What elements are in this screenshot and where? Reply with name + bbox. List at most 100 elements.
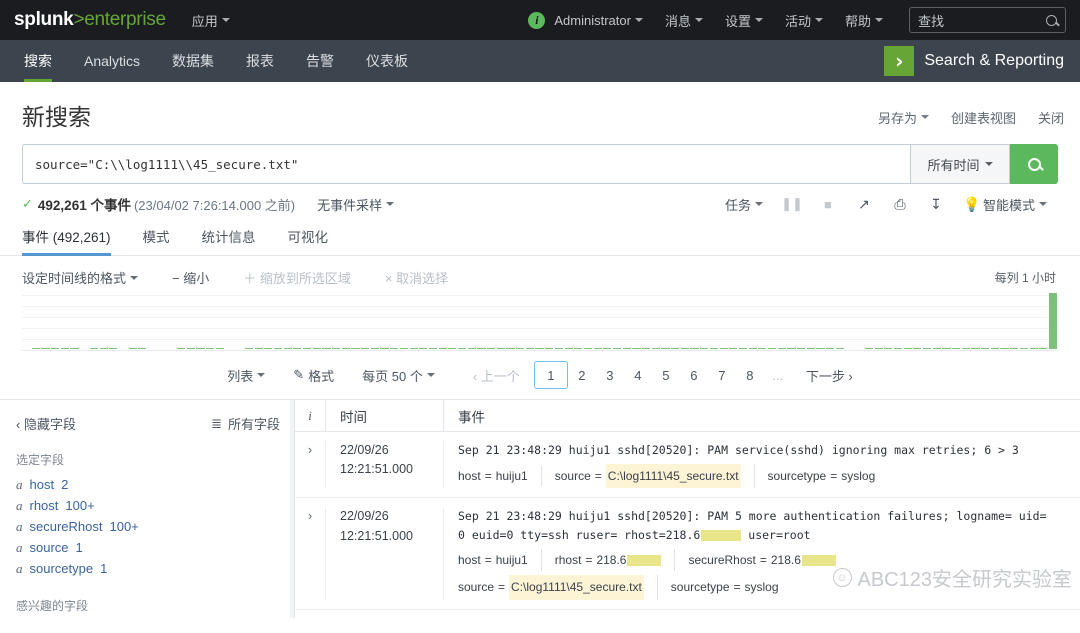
- event-field-securerhost[interactable]: secureRhost = 218.6: [688, 549, 848, 572]
- timeline-bar[interactable]: [128, 347, 137, 349]
- timeline-bar[interactable]: [60, 347, 69, 349]
- timeline-bar[interactable]: [399, 347, 408, 349]
- timeline-bar[interactable]: [797, 347, 806, 349]
- page-button-1[interactable]: 1: [533, 361, 568, 389]
- timeline-bar[interactable]: [506, 347, 515, 349]
- timeline-bar[interactable]: [1010, 347, 1019, 349]
- timeline-bar[interactable]: [767, 347, 777, 349]
- timeline-bar[interactable]: [961, 347, 970, 349]
- timeline-bar[interactable]: [1039, 347, 1048, 349]
- timeline-bar[interactable]: [632, 347, 641, 349]
- prev-page-button[interactable]: ‹ 上一个: [459, 366, 534, 385]
- page-button-8[interactable]: 8: [736, 361, 764, 389]
- timeline-bar[interactable]: [283, 347, 292, 349]
- timeline-bar[interactable]: [922, 347, 932, 349]
- page-button-4[interactable]: 4: [624, 361, 652, 389]
- help-menu[interactable]: 帮助: [845, 11, 883, 30]
- download-button[interactable]: ↧: [918, 196, 954, 212]
- timeline-bar[interactable]: [109, 347, 118, 349]
- timeline-bar[interactable]: [816, 347, 825, 349]
- search-query-input[interactable]: source="C:\\log1111\\45_secure.txt": [22, 144, 910, 184]
- sidebar-field-securerhost[interactable]: a secureRhost 100+: [0, 516, 294, 537]
- timeline-bar[interactable]: [186, 347, 195, 349]
- timeline-bar[interactable]: [264, 347, 273, 349]
- search-mode-menu[interactable]: 💡 智能模式: [954, 195, 1058, 214]
- stop-button[interactable]: ■: [810, 197, 846, 212]
- sidebar-field-sourcetype[interactable]: a sourcetype 1: [0, 558, 294, 579]
- timeline-bar[interactable]: [215, 347, 224, 349]
- timeline-bar[interactable]: [177, 347, 186, 349]
- page-button-7[interactable]: 7: [708, 361, 736, 389]
- timeline-bar[interactable]: [826, 347, 835, 349]
- timeline-bar[interactable]: [254, 347, 263, 349]
- sidebar-field-source[interactable]: a source 1: [0, 537, 294, 558]
- hide-fields-button[interactable]: ‹ 隐藏字段: [16, 414, 76, 433]
- events-timeline-chart[interactable]: [22, 293, 1058, 351]
- timeline-bar[interactable]: [390, 347, 399, 349]
- timeline-bar[interactable]: [196, 347, 205, 349]
- timeline-bar[interactable]: [758, 347, 767, 349]
- job-menu[interactable]: 任务: [714, 195, 774, 214]
- timeline-bar[interactable]: [913, 347, 922, 349]
- timeline-bar[interactable]: [622, 347, 631, 349]
- timeline-bar[interactable]: [884, 347, 893, 349]
- timeline-bar[interactable]: [332, 347, 341, 349]
- timeline-bar[interactable]: [457, 347, 467, 349]
- event-field-host[interactable]: host = huiju1: [458, 548, 542, 572]
- column-header-time[interactable]: 时间: [325, 400, 443, 431]
- event-field-sourcetype[interactable]: sourcetype = syslog: [671, 576, 792, 599]
- timeline-bar[interactable]: [864, 347, 873, 349]
- timeline-bar[interactable]: [244, 347, 253, 349]
- event-field-source[interactable]: source = C:\log1111\45_secure.txt: [458, 575, 658, 601]
- column-header-event[interactable]: 事件: [443, 400, 1080, 431]
- app-menu[interactable]: 应用: [192, 11, 230, 30]
- sidebar-field-rhost[interactable]: a rhost 100+: [0, 495, 294, 516]
- timeline-bar[interactable]: [680, 347, 689, 349]
- print-button[interactable]: ⎙: [882, 196, 918, 212]
- timeline-bar[interactable]: [206, 347, 215, 349]
- timeline-bar[interactable]: [574, 347, 583, 349]
- timeline-bar[interactable]: [642, 347, 651, 349]
- timeline-bar[interactable]: [835, 347, 844, 349]
- timeline-bar[interactable]: [990, 347, 999, 349]
- timeline-bar[interactable]: [448, 347, 457, 349]
- run-search-button[interactable]: [1010, 144, 1058, 184]
- timeline-bar[interactable]: [777, 347, 786, 349]
- page-button-6[interactable]: 6: [680, 361, 708, 389]
- format-button[interactable]: ✎ 格式: [279, 366, 348, 385]
- timeline-bar[interactable]: [729, 347, 738, 349]
- result-tab-visualization[interactable]: 可视化: [272, 226, 345, 255]
- timeline-bar[interactable]: [525, 347, 534, 349]
- zoom-to-selection-button[interactable]: ＋ 缩放到所选区域: [243, 268, 351, 287]
- settings-menu[interactable]: 设置: [725, 11, 763, 30]
- timeline-bar[interactable]: [438, 347, 447, 349]
- timeline-bar[interactable]: [806, 347, 815, 349]
- timeline-bar[interactable]: [409, 347, 418, 349]
- per-page-menu[interactable]: 每页 50 个: [348, 366, 449, 385]
- share-button[interactable]: ↗: [846, 196, 882, 212]
- tab-alerts[interactable]: 告警: [290, 40, 350, 82]
- timeline-bar[interactable]: [651, 347, 660, 349]
- event-field-source[interactable]: source = C:\log1111\45_secure.txt: [555, 463, 755, 489]
- page-button-3[interactable]: 3: [596, 361, 624, 389]
- deselect-button[interactable]: × 取消选择: [385, 268, 448, 287]
- timeline-bar[interactable]: [893, 347, 903, 349]
- timeline-bar[interactable]: [312, 347, 321, 349]
- view-mode-menu[interactable]: 列表: [213, 366, 279, 385]
- timeline-bar[interactable]: [952, 347, 961, 349]
- timeline-bar[interactable]: [535, 347, 544, 349]
- timeline-bar[interactable]: [293, 347, 302, 349]
- tab-reports[interactable]: 报表: [230, 40, 290, 82]
- timeline-bar[interactable]: [496, 347, 505, 349]
- timeline-bar[interactable]: [370, 347, 379, 349]
- timeline-bar[interactable]: [932, 347, 941, 349]
- expand-row-icon[interactable]: ›: [295, 507, 325, 600]
- result-tab-statistics[interactable]: 统计信息: [186, 226, 272, 255]
- next-page-button[interactable]: 下一步 ›: [792, 366, 867, 385]
- timeline-bar[interactable]: [302, 347, 312, 349]
- result-tab-events[interactable]: 事件 (492,261): [22, 226, 127, 256]
- event-field-host[interactable]: host = huiju1: [458, 464, 542, 488]
- timeline-bar[interactable]: [487, 347, 496, 349]
- event-sampling-menu[interactable]: 无事件采样: [317, 195, 395, 214]
- tab-dashboards[interactable]: 仪表板: [350, 40, 424, 82]
